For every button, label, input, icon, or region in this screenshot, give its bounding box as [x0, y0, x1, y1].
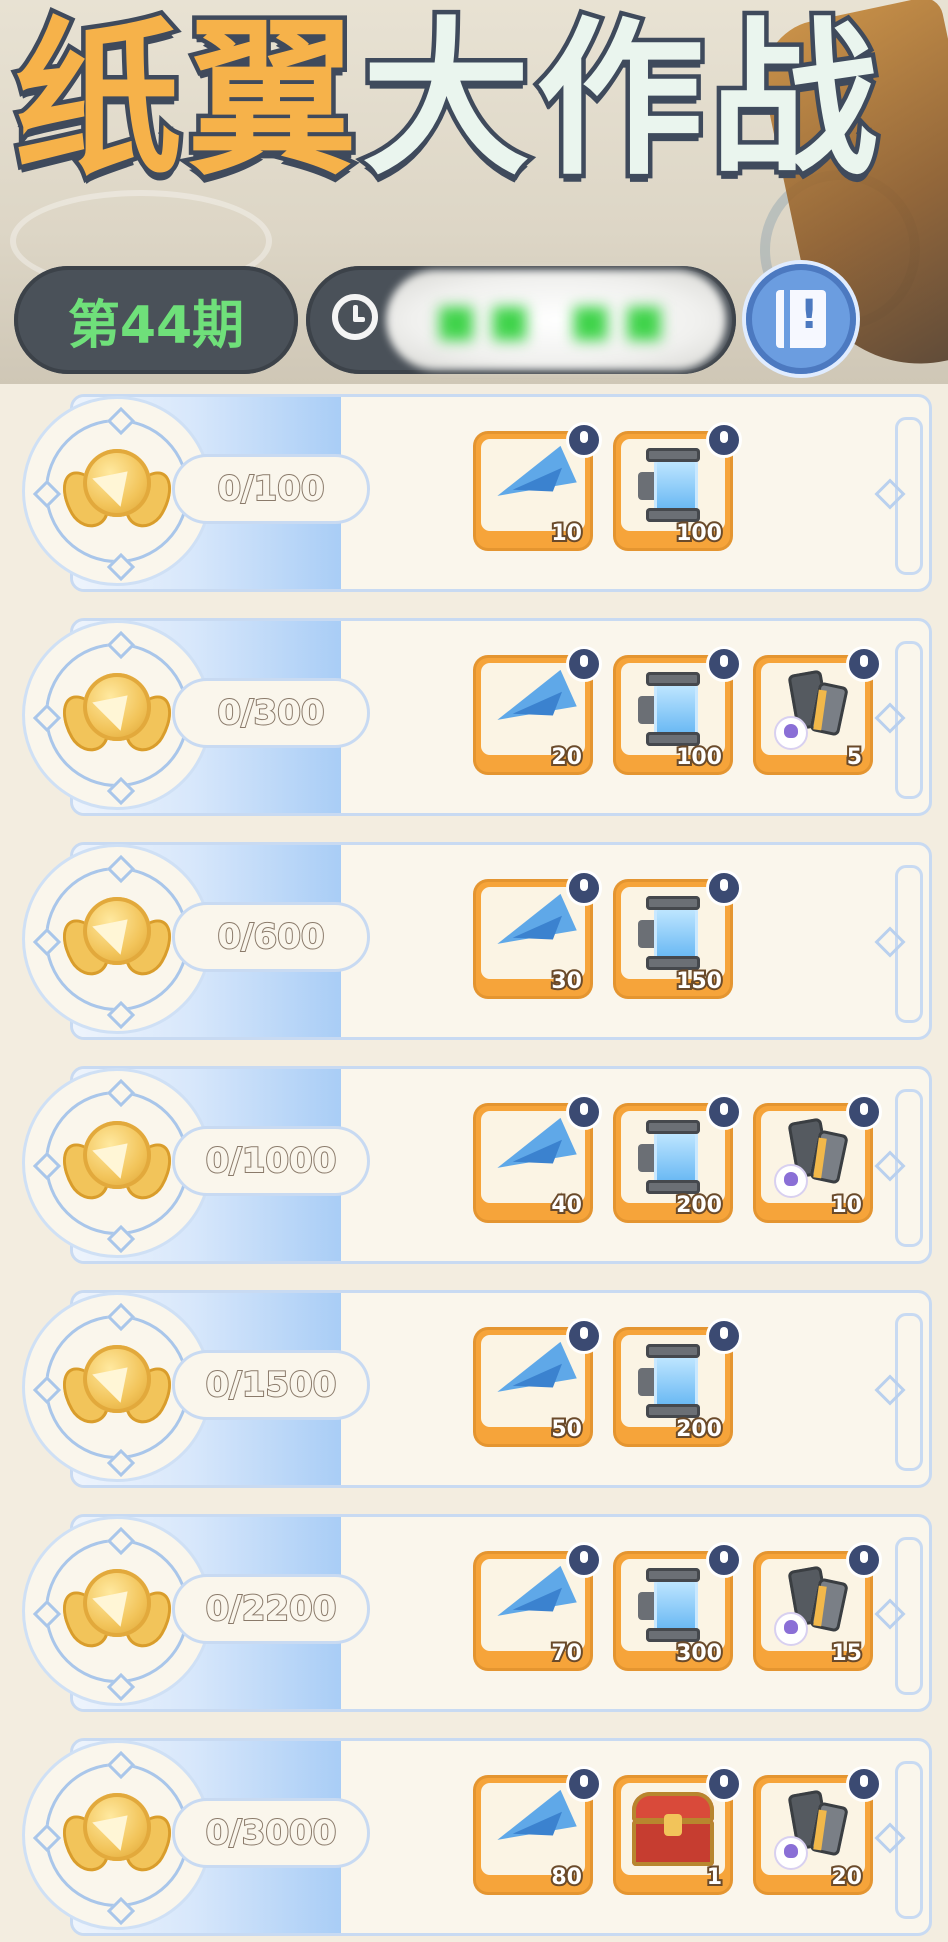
tier-progress: 0/1500 — [172, 1350, 370, 1420]
info-icon[interactable] — [706, 422, 742, 458]
info-icon[interactable] — [566, 1318, 602, 1354]
ore-icon — [774, 1116, 854, 1198]
reward-count: 10 — [829, 1191, 864, 1220]
reward-count: 40 — [549, 1191, 584, 1220]
energy-tube-icon — [638, 670, 704, 748]
reward-count: 300 — [674, 1639, 724, 1668]
event-header: 纸翼 大作战 第44期 ■■ ■■ — [0, 0, 948, 384]
energy-tube-icon — [638, 1118, 704, 1196]
reward-item-plane[interactable]: 80 — [476, 1766, 602, 1892]
winged-coin-icon — [52, 1119, 182, 1207]
info-icon[interactable] — [566, 422, 602, 458]
energy-tube-icon — [638, 1566, 704, 1644]
energy-tube-icon — [638, 446, 704, 524]
info-icon[interactable] — [706, 646, 742, 682]
info-icon[interactable] — [846, 1766, 882, 1802]
winged-coin-icon — [52, 1791, 182, 1879]
tier-progress: 0/3000 — [172, 1798, 370, 1868]
reward-count: 30 — [549, 967, 584, 996]
event-title-part2: 大作战 — [358, 2, 884, 198]
reward-item-tube[interactable]: 100 — [616, 646, 742, 772]
reward-count: 200 — [674, 1191, 724, 1220]
info-icon[interactable] — [566, 1542, 602, 1578]
countdown-timer: ■■ ■■ — [306, 266, 736, 374]
reward-item-ore[interactable]: 15 — [756, 1542, 882, 1668]
reward-count: 50 — [549, 1415, 584, 1444]
info-icon[interactable] — [846, 646, 882, 682]
treasure-chest-icon — [628, 1792, 718, 1868]
reward-count: 80 — [549, 1863, 584, 1892]
tier-progress: 0/100 — [172, 454, 370, 524]
ore-icon — [774, 1788, 854, 1870]
reward-count: 100 — [674, 743, 724, 772]
energy-tube-icon — [638, 894, 704, 972]
info-icon[interactable] — [706, 1094, 742, 1130]
reward-item-chest[interactable]: 1 — [616, 1766, 742, 1892]
winged-coin-icon — [52, 1343, 182, 1431]
event-title: 纸翼 大作战 — [10, 0, 934, 200]
info-icon[interactable] — [566, 1094, 602, 1130]
winged-coin-icon — [52, 895, 182, 983]
reward-item-plane[interactable]: 50 — [476, 1318, 602, 1444]
reward-count: 5 — [845, 743, 864, 772]
winged-coin-icon — [52, 671, 182, 759]
paper-plane-icon — [488, 1117, 578, 1192]
info-icon[interactable] — [566, 870, 602, 906]
event-title-part1: 纸翼 — [10, 2, 362, 198]
rules-button[interactable] — [746, 264, 856, 374]
info-icon[interactable] — [706, 1318, 742, 1354]
reward-item-plane[interactable]: 10 — [476, 422, 602, 548]
reward-item-tube[interactable]: 200 — [616, 1094, 742, 1220]
reward-count: 70 — [549, 1639, 584, 1668]
reward-item-tube[interactable]: 200 — [616, 1318, 742, 1444]
reward-item-plane[interactable]: 20 — [476, 646, 602, 772]
info-icon[interactable] — [846, 1094, 882, 1130]
info-icon[interactable] — [706, 1542, 742, 1578]
reward-item-plane[interactable]: 30 — [476, 870, 602, 996]
reward-count: 15 — [829, 1639, 864, 1668]
book-icon — [776, 290, 826, 348]
info-icon[interactable] — [566, 1766, 602, 1802]
tier-progress: 0/1000 — [172, 1126, 370, 1196]
paper-plane-icon — [488, 893, 578, 968]
clock-icon — [332, 294, 378, 340]
winged-coin-icon — [52, 1567, 182, 1655]
winged-coin-icon — [52, 447, 182, 535]
ore-icon — [774, 668, 854, 750]
reward-item-tube[interactable]: 100 — [616, 422, 742, 548]
ore-icon — [774, 1564, 854, 1646]
reward-item-ore[interactable]: 20 — [756, 1766, 882, 1892]
paper-plane-icon — [488, 1789, 578, 1864]
reward-item-tube[interactable]: 300 — [616, 1542, 742, 1668]
paper-plane-icon — [488, 669, 578, 744]
reward-item-ore[interactable]: 10 — [756, 1094, 882, 1220]
reward-count: 20 — [829, 1863, 864, 1892]
reward-item-ore[interactable]: 5 — [756, 646, 882, 772]
tier-progress: 0/300 — [172, 678, 370, 748]
timer-value: ■■ ■■ — [435, 294, 677, 346]
energy-tube-icon — [638, 1342, 704, 1420]
reward-count: 100 — [674, 519, 724, 548]
reward-item-plane[interactable]: 70 — [476, 1542, 602, 1668]
paper-plane-icon — [488, 1341, 578, 1416]
reward-item-plane[interactable]: 40 — [476, 1094, 602, 1220]
issue-badge: 第44期 — [14, 266, 298, 374]
info-icon[interactable] — [706, 1766, 742, 1802]
info-icon[interactable] — [706, 870, 742, 906]
reward-count: 10 — [549, 519, 584, 548]
paper-plane-icon — [488, 1565, 578, 1640]
info-icon[interactable] — [846, 1542, 882, 1578]
reward-count: 1 — [705, 1863, 724, 1892]
tier-progress: 0/2200 — [172, 1574, 370, 1644]
reward-count: 20 — [549, 743, 584, 772]
reward-count: 200 — [674, 1415, 724, 1444]
info-icon[interactable] — [566, 646, 602, 682]
paper-plane-icon — [488, 445, 578, 520]
reward-item-tube[interactable]: 150 — [616, 870, 742, 996]
reward-count: 150 — [674, 967, 724, 996]
tier-progress: 0/600 — [172, 902, 370, 972]
